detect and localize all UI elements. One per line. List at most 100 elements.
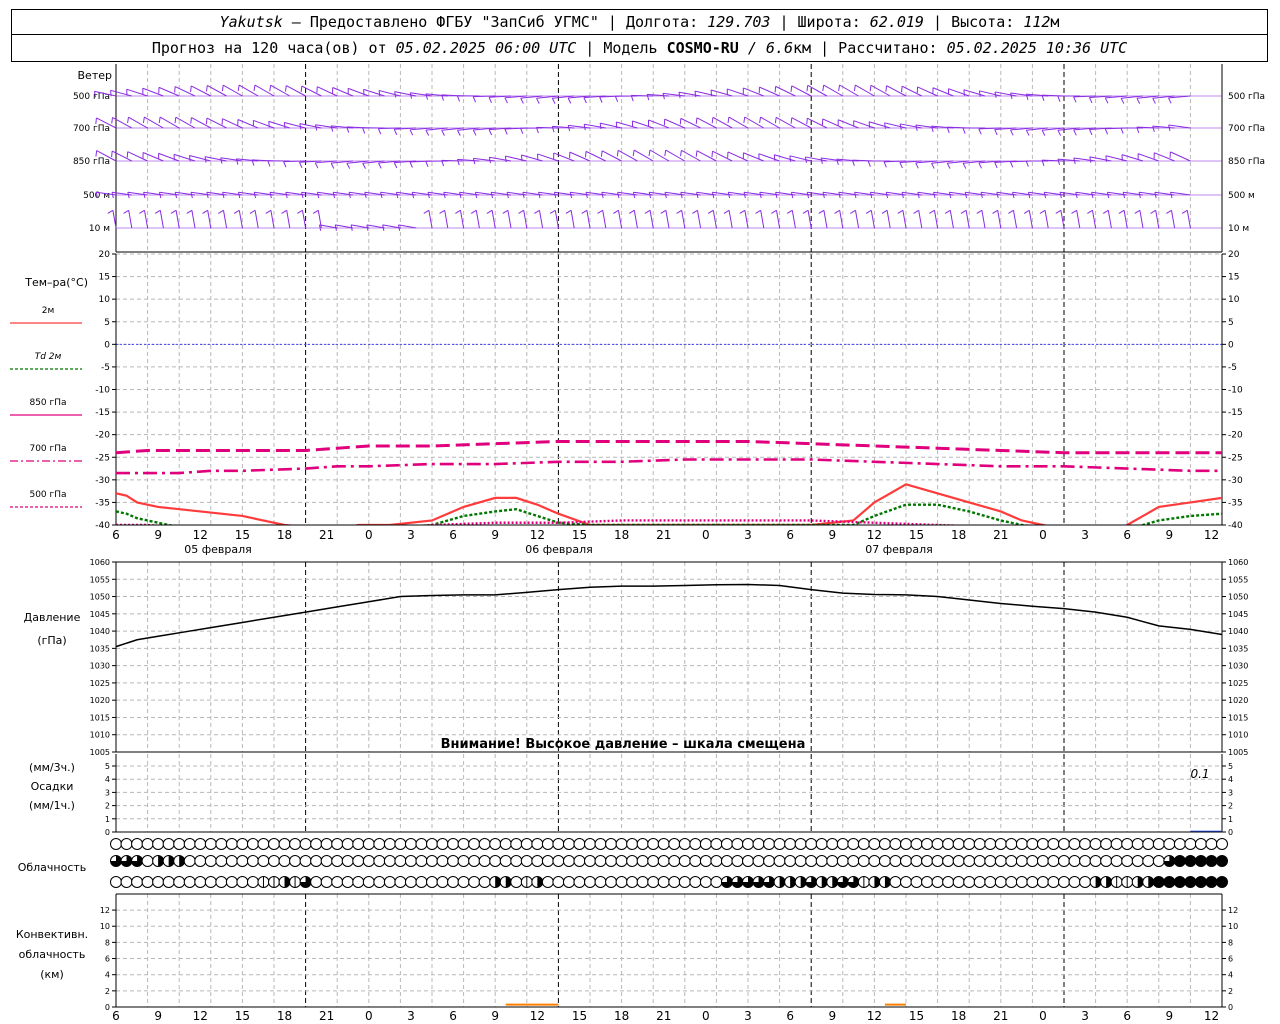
cloud-symbol — [141, 876, 154, 888]
temp-tick-label: 15 — [99, 273, 110, 283]
wind-barb-feather — [409, 129, 414, 136]
x-tick-label-bottom: 12 — [530, 1009, 545, 1023]
wind-barb-feather — [615, 121, 618, 129]
pres-tick-label: 1015 — [90, 713, 110, 722]
wind-barb — [791, 210, 796, 229]
wind-barb-feather — [504, 97, 508, 104]
conv-tick-label: 6 — [105, 955, 110, 964]
conv-tick-label: 2 — [105, 987, 110, 996]
wind-barb-feather — [632, 150, 635, 157]
cloud-symbol — [878, 838, 891, 850]
wind-barb — [1139, 210, 1144, 229]
cloud-symbol — [1058, 838, 1070, 850]
date-label: 06 февраля — [525, 543, 593, 556]
wind-barbs — [93, 84, 1191, 231]
cloud-symbol — [931, 838, 944, 850]
cloud-symbol — [752, 838, 765, 850]
wind-barb-feather — [1120, 97, 1125, 104]
wind-barb — [128, 116, 148, 129]
wind-barb-feather — [680, 150, 682, 157]
cloud-symbol — [826, 838, 839, 850]
conv-tick-label: 4 — [105, 971, 110, 980]
x-tick-label-bottom: 21 — [319, 1009, 334, 1023]
wind-barb-feather — [883, 161, 887, 168]
cloud-symbol — [457, 876, 470, 888]
wind-barb-feather — [867, 160, 871, 167]
wind-barb-feather — [695, 117, 698, 124]
cloud-symbol — [225, 876, 238, 888]
cloud-symbol — [773, 855, 786, 867]
cloud-symbol — [1173, 838, 1186, 850]
cloud-symbol — [468, 838, 481, 850]
cloud-symbol — [404, 838, 417, 850]
temp-tick-label: 5 — [104, 318, 110, 328]
cloud-ylabel: Облачность — [18, 861, 87, 874]
wind-level-label: 10 м — [1228, 224, 1249, 234]
wind-barb — [128, 210, 133, 229]
pres-tick-label: 1055 — [1228, 575, 1248, 584]
cloud-symbol — [1058, 876, 1070, 888]
wind-barb-feather — [565, 209, 572, 214]
cloud-symbol-fill — [1174, 855, 1186, 867]
wind-barb-feather — [346, 163, 351, 169]
cloud-symbol — [183, 855, 196, 867]
cloud-symbol — [383, 876, 396, 888]
cloud-symbol — [373, 876, 386, 888]
conv-tick-label: 0 — [105, 1003, 110, 1012]
cloud-symbol — [478, 876, 491, 888]
wind-barb-feather — [929, 209, 935, 214]
wind-barb — [791, 85, 812, 97]
wind-barb-feather — [441, 130, 445, 136]
wind-barb-feather — [439, 209, 445, 214]
wind-barb — [1076, 210, 1081, 229]
cloud-symbol — [794, 855, 807, 867]
wind-barb-feather — [393, 162, 398, 169]
cloud-symbol — [963, 876, 976, 888]
cloud-symbol — [668, 855, 681, 867]
x-tick-label: 9 — [154, 528, 162, 542]
temp-series-group — [116, 439, 1222, 525]
conv-tick-label: 8 — [1228, 938, 1233, 947]
cloud-symbol — [215, 876, 228, 888]
cloud-symbol — [584, 838, 596, 850]
cloud-symbol — [1142, 838, 1155, 850]
wind-barb — [507, 210, 512, 229]
wind-barb-feather — [520, 128, 524, 135]
wind-barb — [475, 210, 480, 229]
wind-barb-feather — [869, 85, 872, 92]
wind-barb-feather — [1010, 129, 1014, 136]
cloud-symbol — [942, 876, 955, 888]
wind-barb — [174, 86, 196, 97]
wind-barb — [1137, 153, 1159, 162]
x-tick-label: 6 — [786, 528, 794, 542]
cloud-symbol — [1121, 838, 1134, 850]
wind-barb — [728, 116, 749, 129]
x-tick-label: 9 — [491, 528, 499, 542]
cloud-symbol — [963, 838, 976, 850]
pres-tick-label: 1040 — [90, 627, 110, 636]
cloud-symbol — [689, 855, 702, 867]
wind-barb-feather — [822, 85, 825, 92]
cloud-symbol — [131, 838, 144, 850]
cloud-symbol — [394, 876, 407, 888]
pres-ylabel: Давление — [24, 611, 81, 624]
cloud-symbol — [668, 876, 681, 888]
cloud-symbol — [573, 838, 586, 850]
wind-barb — [886, 210, 891, 229]
cloud-symbol — [236, 855, 249, 867]
wind-barb-feather — [423, 209, 430, 214]
cloud-symbol — [436, 855, 449, 867]
wind-barb-feather — [111, 117, 113, 124]
cloud-symbol — [889, 838, 902, 850]
cloud-symbol — [152, 876, 165, 888]
cloud-symbol — [647, 876, 660, 888]
cloud-symbol — [120, 876, 133, 888]
wind-barb-feather — [218, 209, 224, 214]
wind-barb-feather — [885, 85, 888, 92]
wind-barb — [1044, 210, 1049, 229]
temp-tick-label: -10 — [1228, 386, 1243, 396]
wind-barb-feather — [299, 123, 302, 130]
x-tick-label: 3 — [407, 528, 415, 542]
pres-tick-label: 1050 — [90, 593, 110, 602]
x-tick-label-bottom: 3 — [407, 1009, 415, 1023]
